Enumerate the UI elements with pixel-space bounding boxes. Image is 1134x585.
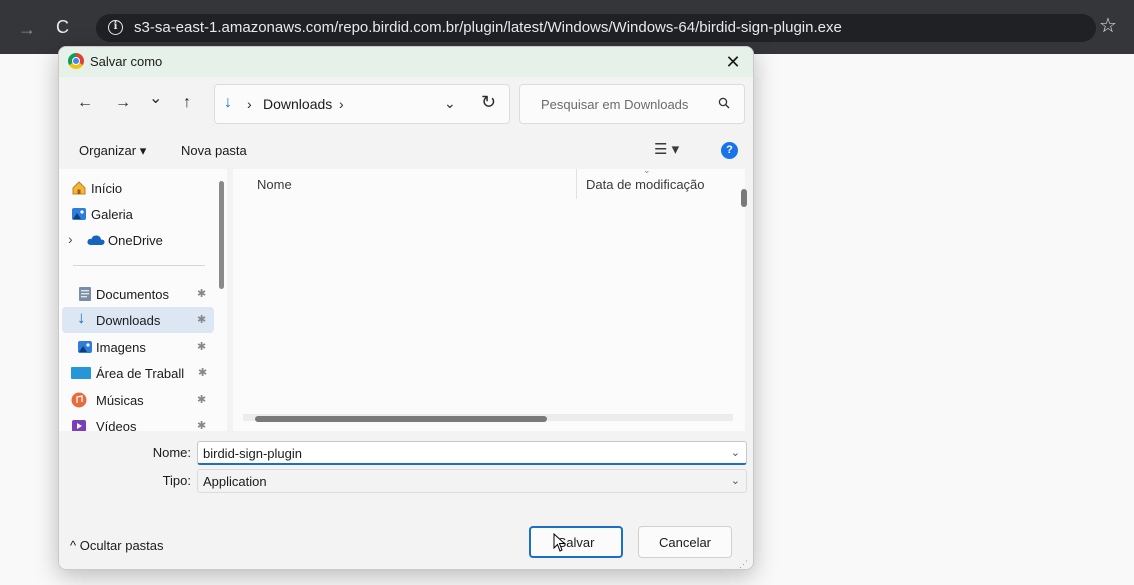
close-button[interactable]: ✕ [713, 47, 753, 77]
file-name-input[interactable]: birdid-sign-plugin ⌄ [197, 441, 747, 465]
sort-chevron-icon: ⌄ [643, 165, 651, 175]
breadcrumb-downloads[interactable]: Downloads [263, 96, 332, 112]
dialog-title: Salvar como [90, 54, 163, 69]
mouse-cursor-icon [553, 533, 566, 552]
save-button[interactable]: Salvar [529, 526, 623, 558]
pin-icon: ✱ [197, 394, 207, 406]
sidebar-item-label: Galeria [91, 207, 133, 222]
file-list[interactable]: Nome ⌄ Data de modificação [233, 165, 747, 431]
reload-icon[interactable]: C [56, 18, 69, 36]
sidebar-item-musicas[interactable]: Músicas ✱ [59, 387, 209, 413]
chevron-down-icon[interactable]: ⌄ [444, 95, 456, 112]
documents-icon [79, 287, 91, 301]
file-list-vertical-scrollbar[interactable] [741, 189, 747, 207]
sidebar-item-imagens[interactable]: Imagens ✱ [59, 334, 209, 360]
pin-icon: ✱ [197, 341, 207, 353]
dialog-titlebar: Salvar como ✕ [59, 47, 753, 77]
navigation-pane: Início Galeria › OneDrive Documentos ✱ ↓… [59, 169, 227, 431]
search-placeholder: Pesquisar em Downloads [541, 97, 689, 112]
breadcrumb-separator[interactable]: › [247, 96, 252, 112]
pin-icon: ✱ [197, 314, 207, 326]
sidebar-scrollbar[interactable] [219, 181, 224, 289]
search-input[interactable]: Pesquisar em Downloads [519, 84, 745, 124]
download-icon: ↓ [224, 94, 232, 111]
cancel-button[interactable]: Cancelar [638, 526, 732, 558]
sidebar-item-label: Início [91, 181, 123, 196]
view-options-icon[interactable]: ☰ ▾ [654, 140, 679, 158]
forward-arrow-icon[interactable]: → [115, 95, 131, 111]
home-icon [72, 181, 86, 195]
column-divider[interactable] [576, 169, 577, 199]
chrome-logo-icon [68, 53, 84, 69]
hide-folders-button[interactable]: ^ Ocultar pastas [70, 538, 164, 553]
help-icon[interactable]: ? [721, 142, 738, 159]
sidebar-item-documentos[interactable]: Documentos ✱ [59, 281, 209, 307]
pin-icon: ✱ [197, 420, 207, 431]
column-header-date-modified[interactable]: Data de modificação [586, 177, 705, 192]
site-info-icon[interactable]: i [108, 20, 123, 35]
column-header-name[interactable]: Nome [257, 177, 292, 192]
chevron-down-icon[interactable]: ⌄ [731, 446, 740, 459]
resize-grip-icon[interactable]: ⋰ [739, 559, 748, 569]
sidebar-item-label: Vídeos [96, 419, 137, 431]
gallery-icon [72, 208, 86, 220]
file-type-select[interactable]: Application ⌄ [197, 469, 747, 493]
organize-menu[interactable]: Organizar ▾ [79, 143, 146, 159]
pin-icon: ✱ [198, 367, 208, 379]
breadcrumb-separator[interactable]: › [339, 96, 344, 112]
refresh-icon[interactable]: ↻ [481, 92, 496, 113]
bookmark-star-icon[interactable]: ☆ [1099, 16, 1117, 36]
sidebar-item-label: Imagens [96, 340, 146, 355]
url-text[interactable]: s3-sa-east-1.amazonaws.com/repo.birdid.c… [134, 19, 842, 36]
sidebar-item-onedrive[interactable]: › OneDrive [59, 227, 209, 253]
desktop-icon [71, 367, 91, 379]
search-icon [718, 97, 730, 109]
cloud-icon [87, 235, 105, 245]
file-type-label: Tipo: [162, 473, 191, 488]
file-type-value: Application [203, 474, 267, 489]
pin-icon: ✱ [197, 288, 207, 300]
new-folder-button[interactable]: Nova pasta [181, 143, 247, 158]
sidebar-divider [73, 265, 205, 266]
sidebar-item-inicio[interactable]: Início [59, 175, 209, 201]
sidebar-item-label: OneDrive [108, 233, 163, 248]
music-icon [71, 392, 87, 408]
sidebar-item-downloads[interactable]: ↓ Downloads ✱ [62, 307, 214, 333]
sidebar-item-label: Área de Traball [96, 366, 185, 381]
folder-path-bar[interactable]: ↓ › Downloads › ⌄ ↻ [214, 84, 510, 124]
expand-chevron-icon[interactable]: › [68, 231, 73, 247]
videos-icon [72, 420, 86, 431]
sidebar-item-label: Downloads [96, 313, 161, 328]
command-bar: Organizar ▾ Nova pasta ☰ ▾ ? [59, 133, 753, 169]
recent-locations-chevron-icon[interactable]: ⌄ [149, 91, 162, 107]
address-bar[interactable]: i s3-sa-east-1.amazonaws.com/repo.birdid… [96, 14, 1096, 42]
file-name-label: Nome: [152, 445, 191, 460]
sidebar-item-galeria[interactable]: Galeria [59, 201, 209, 227]
download-icon: ↓ [77, 308, 86, 327]
chevron-down-icon[interactable]: ⌄ [731, 474, 740, 487]
horizontal-scrollbar-thumb[interactable] [255, 416, 547, 422]
save-as-dialog: Salvar como ✕ ← → ⌄ ↑ ↓ › Downloads › ⌄ … [58, 46, 754, 570]
back-arrow-icon[interactable]: ← [77, 95, 93, 111]
pictures-icon [78, 341, 92, 353]
forward-arrow-icon[interactable]: → [18, 20, 36, 38]
file-name-value[interactable]: birdid-sign-plugin [203, 446, 302, 461]
save-options-panel: Nome: birdid-sign-plugin ⌄ Tipo: Applica… [59, 431, 753, 569]
sidebar-item-area-de-trabalho[interactable]: Área de Traball ✱ [59, 360, 209, 386]
sidebar-item-videos[interactable]: Vídeos ✱ [59, 413, 209, 431]
sidebar-item-label: Músicas [96, 393, 144, 408]
sidebar-item-label: Documentos [96, 287, 169, 302]
up-arrow-icon[interactable]: ↑ [183, 95, 191, 111]
